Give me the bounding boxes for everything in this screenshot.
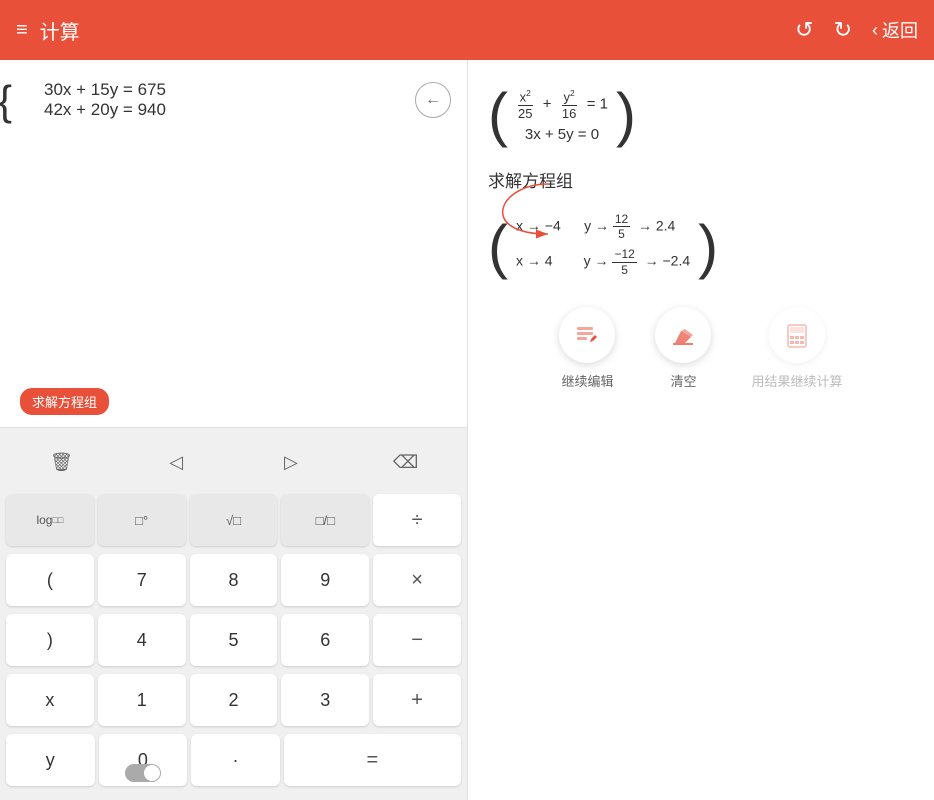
equation-lines: 30x + 15y = 675 42x + 20y = 940 (36, 80, 166, 120)
key-equals[interactable]: = (284, 734, 461, 786)
clear-label: 清空 (670, 371, 696, 390)
back-button[interactable]: ‹ 返回 (872, 17, 918, 43)
frac-x2-25: x2 25 (516, 88, 534, 122)
key-divide[interactable]: ÷ (373, 494, 461, 546)
backspace-icon: ← (425, 91, 441, 109)
back-icon: ‹ (872, 20, 878, 41)
problem-display: ( x2 25 + y2 16 = 1 3x + 5y = 0 ) (488, 80, 914, 151)
key-dot[interactable]: · (191, 734, 280, 786)
key-close-paren[interactable]: ) (6, 614, 94, 666)
continue-edit-label: 继续编辑 (561, 371, 613, 390)
equation-line-2: 42x + 20y = 940 (44, 100, 166, 120)
big-paren-close: ) (616, 85, 636, 145)
input-area: { 30x + 15y = 675 42x + 20y = 940 ← 求解方程… (0, 60, 467, 428)
main-content: { 30x + 15y = 675 42x + 20y = 940 ← 求解方程… (0, 60, 934, 800)
keyboard-row-2: ( 7 8 9 × (4, 552, 463, 608)
header-actions: ↺ ↻ ‹ 返回 (795, 17, 918, 43)
keyboard: 🗑 ◁ ▷ ⌫ log□□ □° √□ □/□ ÷ ( 7 8 9 × (0, 428, 467, 800)
action-buttons: 继续编辑 清空 (488, 291, 914, 398)
header: ≡ 计算 ↺ ↻ ‹ 返回 (0, 0, 934, 60)
solution-paren-close: ) (698, 217, 718, 277)
keyboard-nav-row: 🗑 ◁ ▷ ⌫ (4, 436, 463, 488)
key-y[interactable]: y (6, 734, 95, 786)
bracket-left: { (0, 80, 12, 122)
key-6[interactable]: 6 (281, 614, 369, 666)
clear-button[interactable]: 清空 (655, 307, 711, 390)
key-8[interactable]: 8 (190, 554, 278, 606)
header-title: 计算 (40, 16, 795, 45)
key-left[interactable]: ◁ (121, 438, 232, 486)
key-log[interactable]: log□□ (6, 494, 94, 546)
arrow-svg (468, 174, 668, 274)
right-panel: ( x2 25 + y2 16 = 1 3x + 5y = 0 ) (468, 60, 934, 800)
key-0[interactable]: 0 (99, 734, 188, 786)
key-multiply[interactable]: × (373, 554, 461, 606)
key-add[interactable]: + (373, 674, 461, 726)
problem-eq-1: x2 25 + y2 16 = 1 (516, 88, 608, 122)
keyboard-row-1: log□□ □° √□ □/□ ÷ (4, 492, 463, 548)
solve-tag[interactable]: 求解方程组 (20, 388, 109, 415)
use-result-button[interactable]: 用结果继续计算 (751, 307, 842, 390)
key-4[interactable]: 4 (98, 614, 186, 666)
key-delete[interactable]: 🗑 (6, 438, 117, 486)
key-sqrt[interactable]: √□ (190, 494, 278, 546)
key-3[interactable]: 3 (281, 674, 369, 726)
undo-button[interactable]: ↺ (795, 17, 813, 43)
key-right[interactable]: ▷ (236, 438, 347, 486)
key-7[interactable]: 7 (98, 554, 186, 606)
key-power[interactable]: □° (98, 494, 186, 546)
key-open-paren[interactable]: ( (6, 554, 94, 606)
key-5[interactable]: 5 (190, 614, 278, 666)
equation-line-1: 30x + 15y = 675 (44, 80, 166, 100)
menu-icon[interactable]: ≡ (16, 19, 28, 42)
equation-system: { 30x + 15y = 675 42x + 20y = 940 (16, 80, 166, 120)
key-9[interactable]: 9 (281, 554, 369, 606)
toggle-dot (144, 765, 160, 781)
use-result-label: 用结果继续计算 (751, 371, 842, 390)
redo-button[interactable]: ↻ (834, 17, 852, 43)
big-paren-open: ( (488, 85, 508, 145)
key-backspace[interactable]: ⌫ (350, 438, 461, 486)
continue-edit-icon (559, 307, 615, 363)
use-result-icon (769, 307, 825, 363)
keyboard-row-3: ) 4 5 6 − (4, 612, 463, 668)
keyboard-row-4: x 1 2 3 + (4, 672, 463, 728)
continue-edit-button[interactable]: 继续编辑 (559, 307, 615, 390)
clear-icon (655, 307, 711, 363)
problem-inner: x2 25 + y2 16 = 1 3x + 5y = 0 (508, 80, 616, 151)
key-x[interactable]: x (6, 674, 94, 726)
left-panel: { 30x + 15y = 675 42x + 20y = 940 ← 求解方程… (0, 60, 467, 800)
keyboard-row-5: y 0 · = (4, 732, 463, 788)
backspace-button[interactable]: ← (415, 82, 451, 118)
frac-y2-16: y2 16 (560, 88, 578, 122)
problem-eq-2: 3x + 5y = 0 (516, 126, 608, 143)
key-1[interactable]: 1 (98, 674, 186, 726)
toggle-pill[interactable] (125, 764, 161, 782)
back-label: 返回 (882, 17, 918, 43)
key-fraction[interactable]: □/□ (281, 494, 369, 546)
equation-display: { 30x + 15y = 675 42x + 20y = 940 ← (16, 80, 451, 120)
key-subtract[interactable]: − (373, 614, 461, 666)
key-2[interactable]: 2 (190, 674, 278, 726)
